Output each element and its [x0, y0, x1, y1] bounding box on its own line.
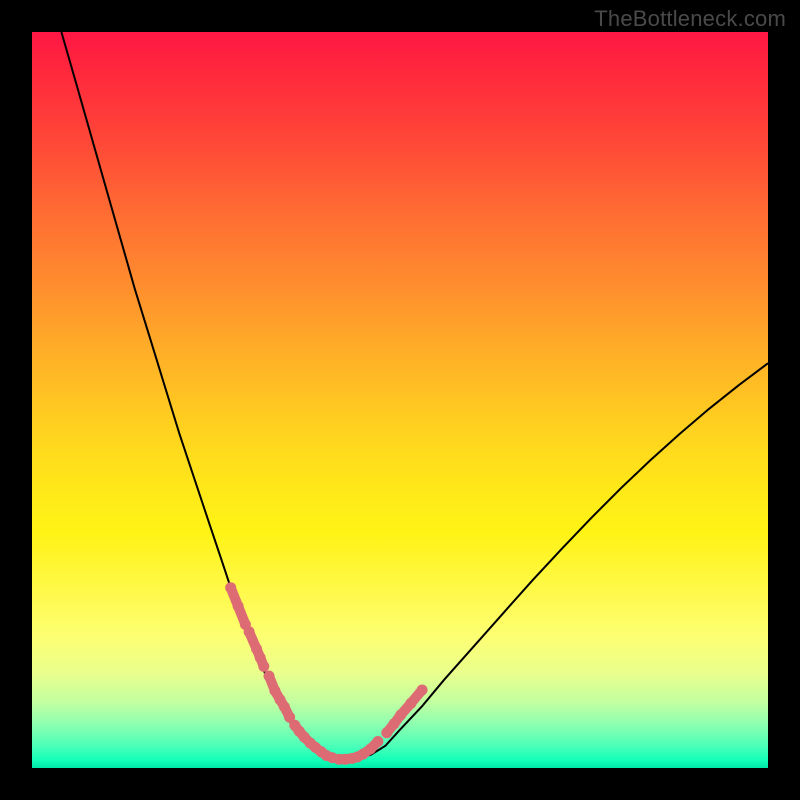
plot-area: [32, 32, 768, 768]
marker-dots: [225, 582, 427, 765]
chart-frame: TheBottleneck.com: [0, 0, 800, 800]
bottleneck-curve: [61, 32, 768, 759]
marker-band: [231, 588, 422, 760]
watermark-text: TheBottleneck.com: [594, 6, 786, 32]
curve-layer: [32, 32, 768, 768]
